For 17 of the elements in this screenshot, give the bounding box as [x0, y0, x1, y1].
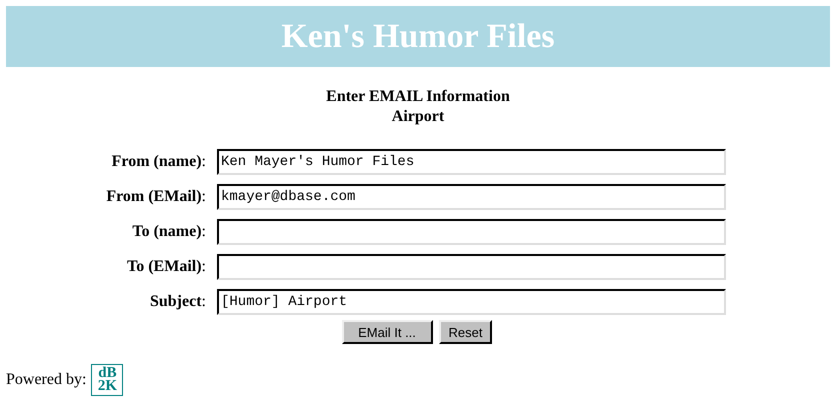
form-heading: Airport	[392, 107, 444, 127]
field-label: To (name):	[131, 222, 207, 240]
powered-by-label: Powered by:	[6, 371, 86, 389]
input-field[interactable]: Ken Mayer's Humor Files	[217, 148, 726, 174]
input-field[interactable]: [Humor] Airport	[217, 288, 726, 314]
input-field[interactable]	[217, 254, 726, 280]
logo-icon: dB 2K	[91, 364, 124, 396]
form-button[interactable]: Reset	[438, 320, 492, 344]
input-field[interactable]: kmayer@dbase.com	[217, 184, 726, 210]
field-label: To (EMail):	[126, 258, 207, 276]
form-button[interactable]: EMail It ...	[342, 320, 433, 344]
site-title: Ken's Humor Files	[281, 18, 555, 56]
field-label: Subject:	[148, 292, 207, 310]
field-label: From (name):	[110, 152, 207, 170]
input-field[interactable]	[217, 218, 726, 244]
form-heading: Enter EMAIL Information	[326, 87, 510, 107]
field-label: From (EMail):	[105, 188, 207, 206]
